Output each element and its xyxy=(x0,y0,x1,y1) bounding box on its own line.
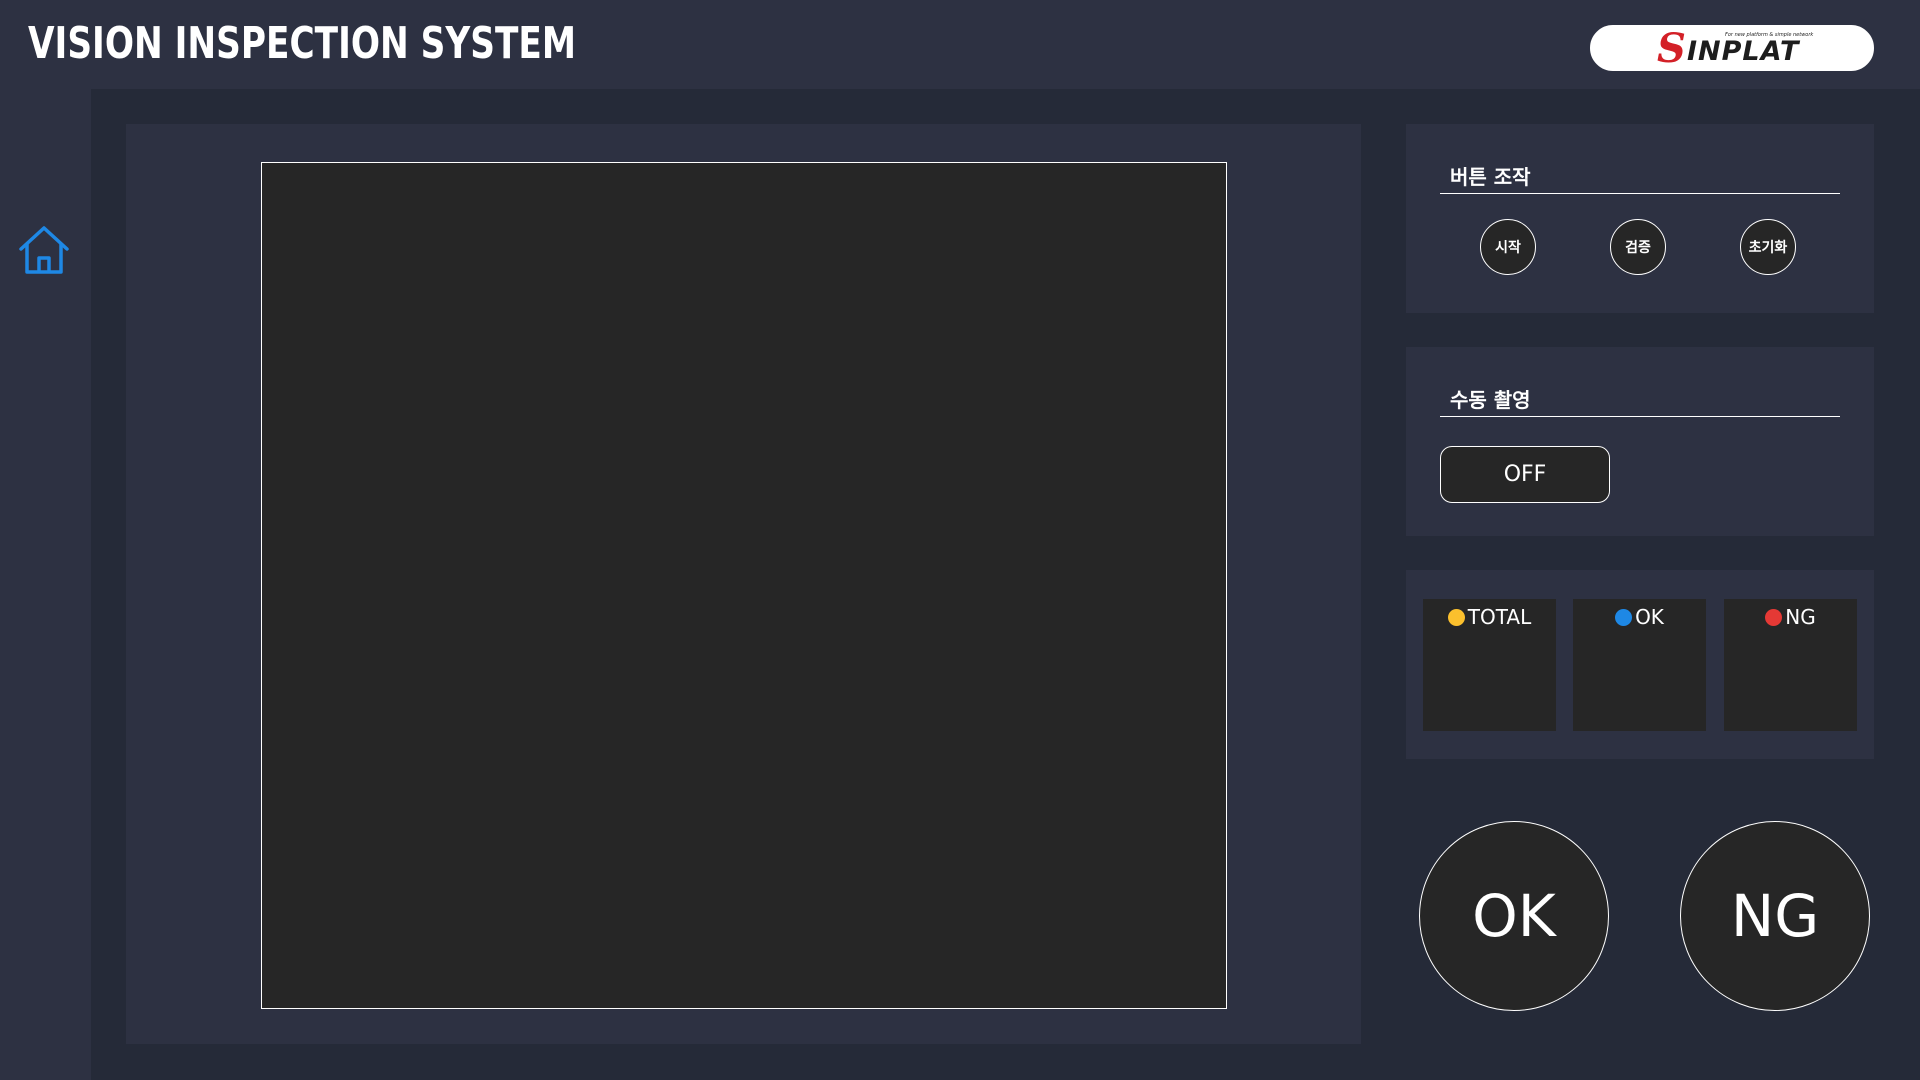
stat-ng-label: NG xyxy=(1785,605,1816,629)
header: VISION INSPECTION SYSTEM S INPLAT For ne… xyxy=(0,0,1920,89)
sinplat-logo: S INPLAT For new platform & simple netwo… xyxy=(1590,25,1874,72)
stat-ok-label-row: OK xyxy=(1573,603,1706,631)
ng-dot-icon xyxy=(1765,608,1783,626)
home-icon[interactable] xyxy=(17,225,71,275)
button-control-panel: 버튼 조작 시작 검증 초기화 xyxy=(1406,124,1874,313)
ok-result-button[interactable]: OK xyxy=(1419,821,1609,1011)
stat-ng-label-row: NG xyxy=(1724,603,1857,631)
total-dot-icon xyxy=(1447,608,1465,626)
stat-total-label-row: TOTAL xyxy=(1423,603,1556,631)
stats-panel: TOTAL OK NG xyxy=(1406,570,1874,759)
ng-result-button[interactable]: NG xyxy=(1680,821,1870,1011)
verify-button[interactable]: 검증 xyxy=(1610,219,1666,275)
ok-dot-icon xyxy=(1615,608,1633,626)
app-window: VISION INSPECTION SYSTEM S INPLAT For ne… xyxy=(0,0,1920,1080)
manual-capture-panel: 수동 촬영 OFF xyxy=(1406,347,1874,536)
start-button[interactable]: 시작 xyxy=(1480,219,1536,275)
stat-total: TOTAL xyxy=(1423,599,1556,731)
logo-tagline: For new platform & simple network xyxy=(1725,32,1814,38)
stat-ng: NG xyxy=(1724,599,1857,731)
camera-view xyxy=(261,162,1227,1009)
app-title: VISION INSPECTION SYSTEM xyxy=(28,18,576,69)
manual-capture-toggle[interactable]: OFF xyxy=(1440,446,1610,503)
stat-ok-label: OK xyxy=(1635,605,1664,629)
stat-total-label: TOTAL xyxy=(1467,605,1532,629)
stat-ok: OK xyxy=(1573,599,1706,731)
reset-button[interactable]: 초기화 xyxy=(1740,219,1796,275)
logo-initial: S xyxy=(1657,25,1686,72)
manual-capture-heading: 수동 촬영 xyxy=(1440,383,1840,417)
button-control-heading: 버튼 조작 xyxy=(1440,160,1840,194)
sidebar xyxy=(0,89,91,1080)
